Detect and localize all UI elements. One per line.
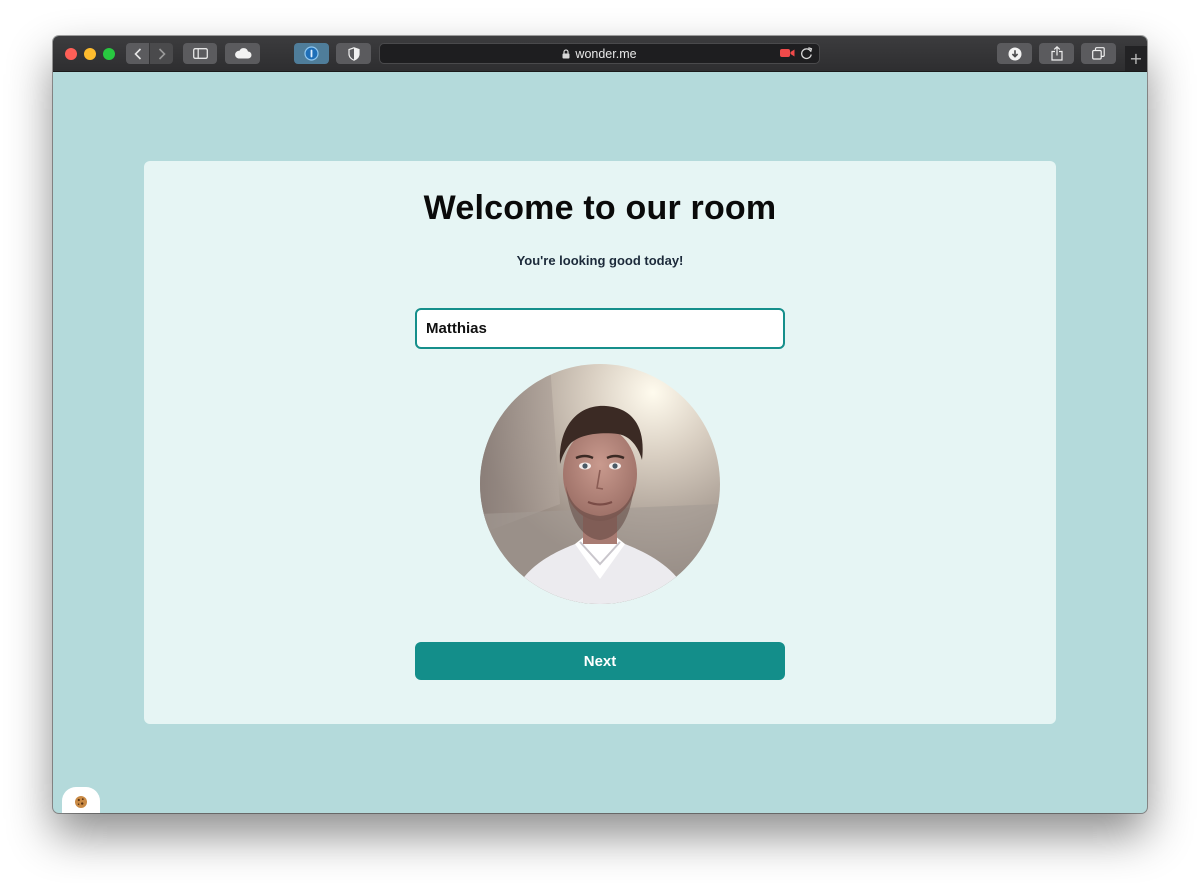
- webcam-preview-image: [480, 364, 720, 604]
- page-subtitle: You're looking good today!: [516, 253, 684, 268]
- show-all-tabs-button[interactable]: [1081, 43, 1116, 64]
- minimize-window-button[interactable]: [84, 48, 96, 60]
- camera-icon[interactable]: [780, 48, 795, 58]
- camera-preview-avatar: [480, 364, 720, 604]
- download-button[interactable]: [997, 43, 1032, 64]
- cloud-icon: [234, 48, 251, 59]
- back-icon: [133, 47, 141, 60]
- password-manager-icon: [304, 46, 319, 61]
- page-title: Welcome to our room: [423, 189, 777, 227]
- cookie-icon: [75, 796, 87, 808]
- sidebar-icon: [192, 48, 208, 59]
- share-icon: [1050, 46, 1063, 61]
- address-bar[interactable]: wonder.me: [379, 43, 820, 64]
- close-window-button[interactable]: [65, 48, 77, 60]
- plus-icon: +: [1129, 49, 1143, 68]
- reload-icon[interactable]: [800, 47, 813, 60]
- name-input[interactable]: [415, 308, 785, 349]
- lock-icon: [562, 48, 570, 58]
- back-button[interactable]: [126, 43, 149, 64]
- url-text: wonder.me: [575, 46, 637, 61]
- browser-toolbar: wonder.me +: [53, 36, 1147, 72]
- cloud-tabs-button[interactable]: [225, 43, 260, 64]
- shield-icon: [347, 46, 360, 61]
- download-icon: [1008, 47, 1021, 60]
- new-tab-button[interactable]: +: [1125, 46, 1147, 71]
- forward-icon: [158, 47, 166, 60]
- forward-button[interactable]: [150, 43, 173, 64]
- share-button[interactable]: [1039, 43, 1074, 64]
- sidebar-button[interactable]: [183, 43, 217, 64]
- tabs-icon: [1092, 47, 1105, 60]
- welcome-card: Welcome to our room You're looking good …: [144, 161, 1056, 724]
- cookie-settings-button[interactable]: [62, 787, 100, 813]
- next-button[interactable]: Next: [415, 642, 785, 680]
- zoom-window-button[interactable]: [103, 48, 115, 60]
- browser-window: wonder.me + Welcome to our room You're l…: [53, 36, 1147, 813]
- shield-button[interactable]: [336, 43, 371, 64]
- password-manager-button[interactable]: [294, 43, 329, 64]
